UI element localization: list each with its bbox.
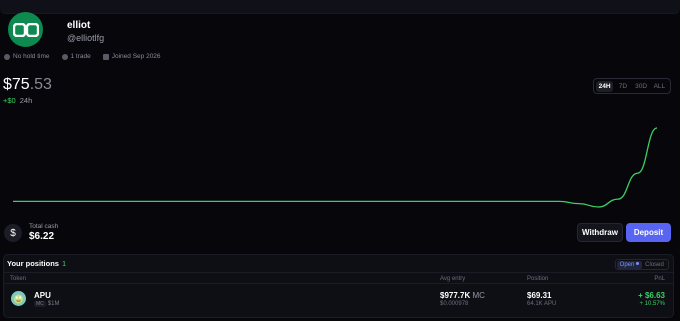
pnl-value: + $6.63 [638, 291, 665, 300]
apu-token-icon [11, 291, 26, 306]
portfolio-value-main: $75 [3, 76, 30, 93]
withdraw-button[interactable]: Withdraw [577, 223, 623, 242]
token-name: APU [34, 291, 51, 300]
position-amount: 64.1K APU [527, 301, 557, 307]
calendar-icon [102, 53, 109, 60]
col-pnl: PnL [654, 276, 665, 282]
positions-columns: Token Avg entry Position PnL [4, 272, 673, 284]
toggle-open-label: Open [619, 261, 635, 268]
avg-entry-price: $0.000978 [440, 301, 469, 307]
total-cash-label: Total cash [29, 223, 59, 230]
positions-title: Your positions 1 [7, 259, 66, 268]
logo-icon [12, 22, 39, 37]
frog-icon [14, 294, 23, 304]
hold-time: No hold time [4, 53, 50, 60]
range-tab-24h[interactable]: 24H [596, 80, 614, 92]
trade-count-label: 1 trade [70, 53, 91, 60]
total-cash-value: $6.22 [29, 231, 55, 242]
profile-page: elliot @elliotlfg No hold time 1 trade J… [0, 0, 680, 321]
avatar[interactable] [8, 12, 43, 47]
col-avg-entry: Avg entry [440, 276, 466, 282]
username: elliot [67, 20, 91, 31]
portfolio-value: $75.53 [3, 76, 52, 94]
col-position: Position [527, 276, 549, 282]
mc-badge: MC [34, 301, 46, 307]
portfolio-value-cents: .53 [29, 76, 52, 93]
portfolio-chart [13, 127, 658, 208]
chart-series-line [13, 127, 658, 208]
hold-time-label: No hold time [13, 53, 50, 60]
col-token: Token [10, 276, 27, 282]
table-row[interactable]: APU MC $1M $977.7K MC $0.000978 $69.31 6… [4, 286, 673, 316]
toggle-open[interactable]: Open [617, 260, 642, 269]
avg-entry-unit: MC [472, 291, 485, 300]
range-tab-7d[interactable]: 7D [614, 81, 631, 92]
pnl-percent: + 10.57% [639, 301, 665, 307]
handle: @elliotlfg [67, 33, 105, 43]
dollar-icon: $ [4, 224, 22, 242]
trade-icon [61, 53, 68, 60]
avg-entry-value: $977.7K MC [440, 291, 485, 300]
join-date-label: Joined Sep 2026 [111, 53, 161, 60]
positions-panel: Your positions 1 Open Closed Token Avg en… [3, 254, 674, 318]
join-date: Joined Sep 2026 [102, 53, 161, 60]
deposit-button[interactable]: Deposit [626, 223, 671, 242]
toggle-closed[interactable]: Closed [642, 261, 667, 269]
range-selector: 24H 7D 30D ALL [593, 78, 671, 94]
active-dot-icon [636, 262, 640, 266]
open-closed-toggle: Open Closed [615, 259, 669, 270]
range-tab-all[interactable]: ALL [651, 81, 668, 92]
trade-count: 1 trade [61, 53, 91, 60]
profile-meta: No hold time 1 trade Joined Sep 2026 [4, 53, 161, 60]
avg-entry-amount: $977.7K [440, 291, 471, 300]
positions-count: 1 [61, 259, 67, 268]
mc-value: $1M [47, 301, 60, 307]
token-market-cap: MC $1M [34, 301, 59, 307]
positions-title-label: Your positions [7, 259, 59, 268]
position-value: $69.31 [527, 291, 552, 300]
range-tab-30d[interactable]: 30D [633, 81, 650, 92]
top-banner [0, 0, 680, 14]
clock-icon [4, 53, 10, 60]
